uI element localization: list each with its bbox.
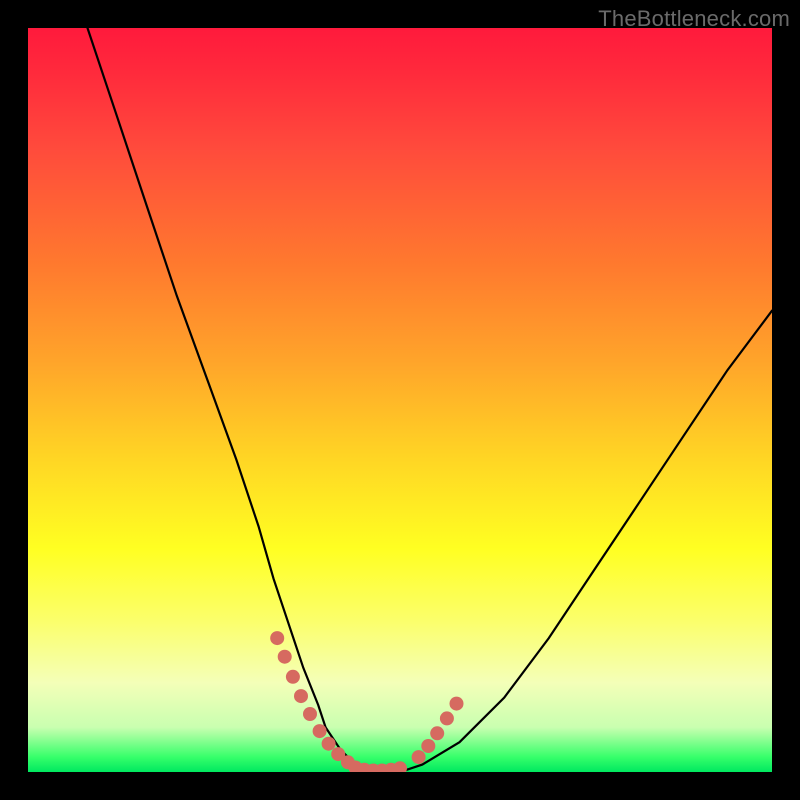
curve-marker <box>412 750 426 764</box>
bottleneck-curve-path <box>88 28 773 772</box>
plot-area <box>28 28 772 772</box>
marker-group-left <box>270 631 355 769</box>
curve-marker <box>313 724 327 738</box>
curve-marker <box>278 650 292 664</box>
bottleneck-curve-svg <box>28 28 772 772</box>
chart-frame: TheBottleneck.com <box>0 0 800 800</box>
marker-group-bottom <box>348 761 407 773</box>
curve-marker <box>294 689 308 703</box>
marker-group-right <box>412 697 464 765</box>
curve-marker <box>421 739 435 753</box>
curve-marker <box>322 737 336 751</box>
curve-marker <box>430 726 444 740</box>
curve-marker <box>393 761 407 772</box>
curve-marker <box>303 707 317 721</box>
curve-marker <box>440 711 454 725</box>
curve-marker <box>450 697 464 711</box>
curve-marker <box>270 631 284 645</box>
curve-marker <box>286 670 300 684</box>
watermark-text: TheBottleneck.com <box>598 6 790 32</box>
